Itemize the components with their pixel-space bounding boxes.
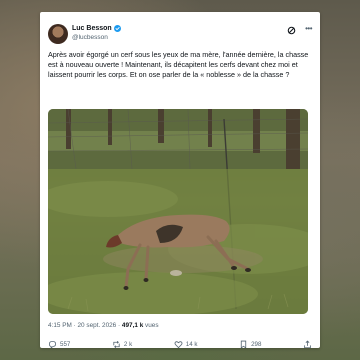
more-options-icon[interactable]: ••• [305,24,312,34]
repost-icon [113,340,120,348]
reply-icon [48,340,57,348]
reply-count: 557 [60,340,71,348]
author-row[interactable]: Luc Besson [72,25,121,32]
share-icon [304,340,311,348]
tweet-meta: 4:15 PM · 20 sept. 2026 · 497,1 k vues [48,322,159,329]
action-bar: 557 2 k 14 k 298 [48,338,312,348]
tweet-photo[interactable] [48,109,308,314]
grok-icon[interactable] [287,26,296,35]
photo-scene [48,109,308,314]
tweet-header: Luc Besson @lucbesson ••• [48,20,312,48]
tweet-card: Luc Besson @lucbesson ••• Après avoir ég… [40,12,320,348]
bookmark-icon [240,340,247,348]
verified-badge-icon [113,25,121,32]
bookmark-count: 298 [251,340,262,348]
like-count: 14 k [185,340,198,348]
views-count: 497,1 k [121,322,144,329]
reply-button[interactable]: 557 [48,340,71,348]
share-button[interactable] [303,340,312,349]
tweet-time[interactable]: 4:15 PM [48,322,72,329]
bookmark-button[interactable]: 298 [239,340,262,348]
avatar[interactable] [48,24,68,44]
tweet-text: Après avoir égorgé un cerf sous les yeux… [48,50,309,79]
author-name[interactable]: Luc Besson [72,25,112,32]
views-label: vues [145,322,159,329]
author-handle[interactable]: @lucbesson [72,34,108,41]
like-button[interactable]: 14 k [174,340,198,349]
heart-icon [174,340,183,348]
tweet-date[interactable]: 20 sept. 2026 [78,322,117,329]
repost-button[interactable]: 2 k [112,340,132,349]
repost-count: 2 k [123,340,133,348]
